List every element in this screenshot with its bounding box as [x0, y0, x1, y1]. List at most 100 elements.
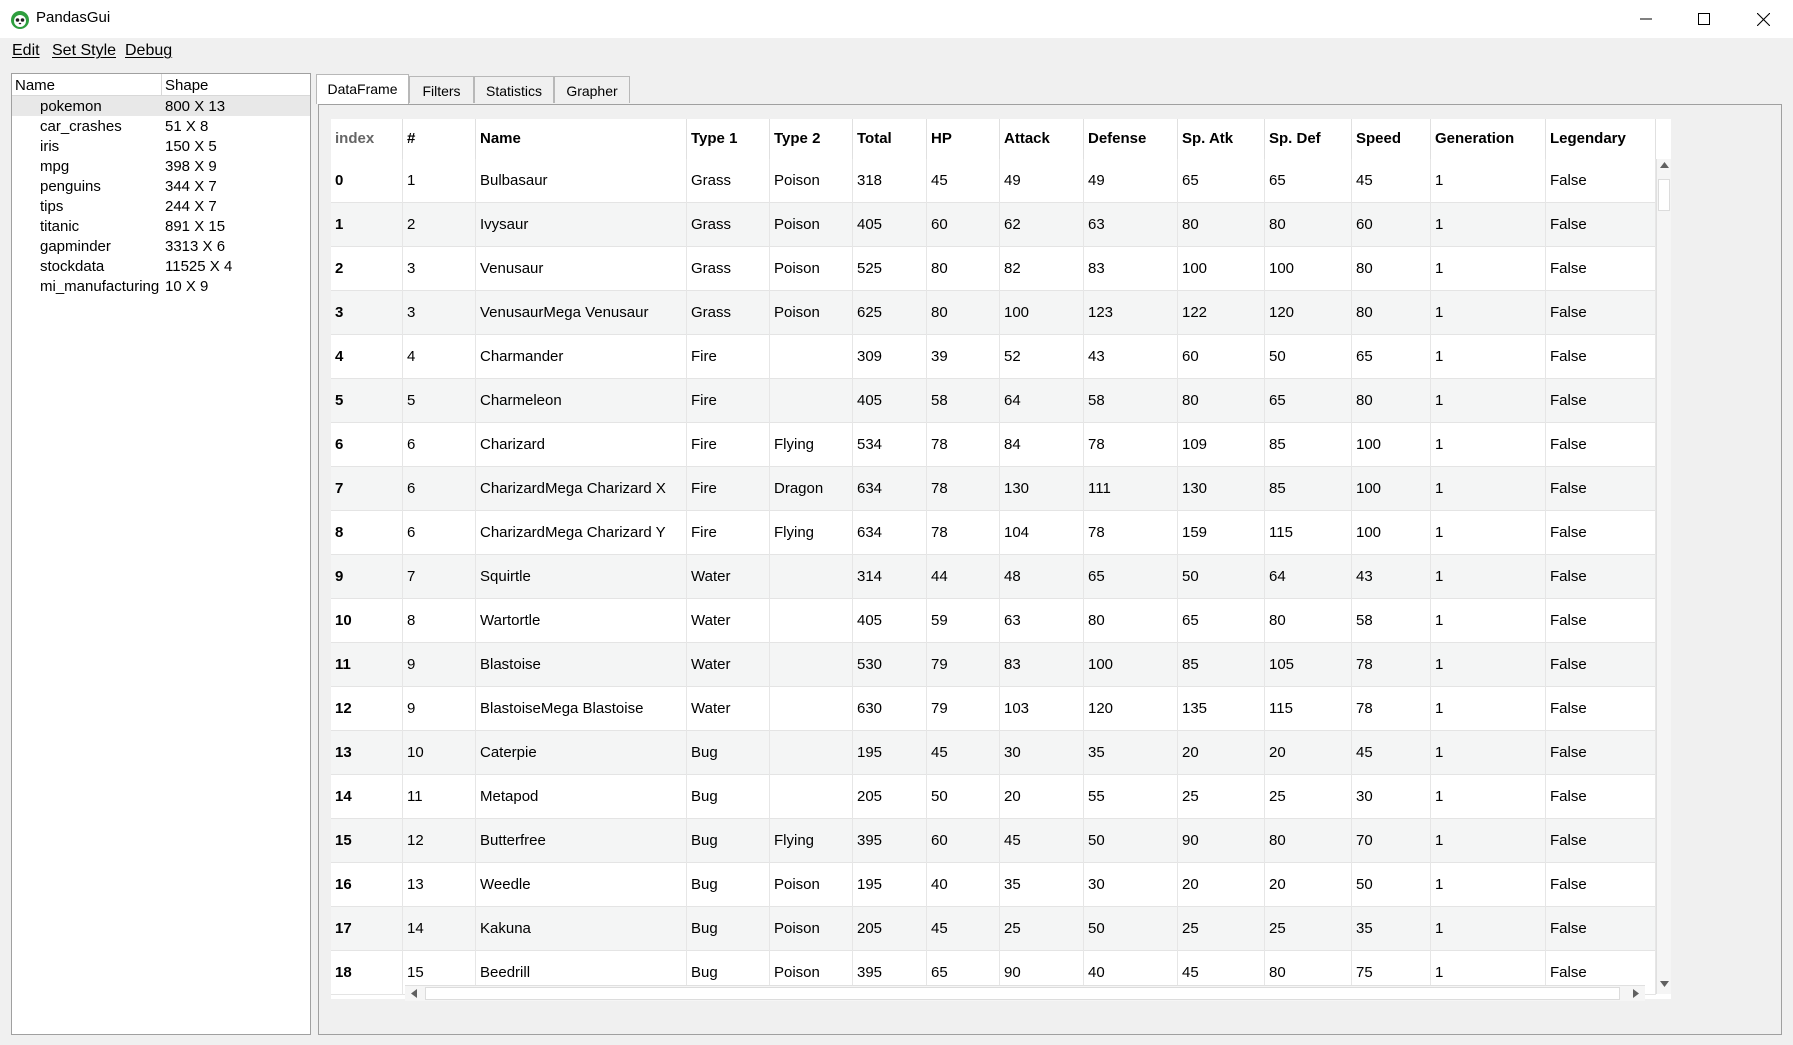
table-cell[interactable]: 82 [1000, 247, 1084, 291]
table-cell[interactable]: 1 [1431, 423, 1546, 467]
table-cell[interactable]: 80 [1265, 819, 1352, 863]
scroll-left-button[interactable] [407, 986, 421, 1002]
table-cell[interactable]: False [1546, 643, 1656, 687]
table-cell[interactable]: 395 [853, 819, 927, 863]
table-cell[interactable]: False [1546, 511, 1656, 555]
table-cell[interactable]: 625 [853, 291, 927, 335]
table-cell[interactable]: 30 [1352, 775, 1431, 819]
table-cell[interactable]: 45 [1000, 819, 1084, 863]
table-cell[interactable]: 1 [1431, 467, 1546, 511]
table-cell[interactable]: 6 [403, 423, 476, 467]
table-cell[interactable]: 45 [1352, 159, 1431, 203]
table-row[interactable]: 0 1 Bulbasaur Grass Poison 318 45 49 49 65 65 45 1 Fa… [331, 159, 1656, 203]
table-row[interactable]: 3 3 VenusaurMega Venusaur Grass Poison 625 80 1… [331, 291, 1656, 335]
table-cell[interactable]: 78 [927, 511, 1000, 555]
table-cell[interactable]: 80 [1084, 599, 1178, 643]
table-cell[interactable]: Wartortle [476, 599, 687, 643]
table-cell[interactable]: False [1546, 335, 1656, 379]
table-cell[interactable]: 318 [853, 159, 927, 203]
table-cell[interactable]: 1 [1431, 863, 1546, 907]
table-cell[interactable]: 1 [1431, 731, 1546, 775]
table-cell[interactable]: 63 [1000, 599, 1084, 643]
table-cell[interactable]: False [1546, 599, 1656, 643]
table-cell[interactable]: Weedle [476, 863, 687, 907]
table-cell[interactable]: 100 [1352, 467, 1431, 511]
table-cell[interactable]: 405 [853, 203, 927, 247]
table-cell[interactable]: 63 [1084, 203, 1178, 247]
table-cell[interactable] [770, 687, 853, 731]
maximize-button[interactable] [1675, 0, 1733, 38]
table-cell[interactable]: 84 [1000, 423, 1084, 467]
table-row[interactable]: 15 12 Butterfree Bug Flying 395 60 45 50 90 80 70 1 F… [331, 819, 1656, 863]
row-index-cell[interactable]: 11 [331, 643, 403, 687]
dataframe-item[interactable]: titanic 891 X 15 [12, 216, 310, 236]
row-index-cell[interactable]: 2 [331, 247, 403, 291]
table-cell[interactable]: False [1546, 731, 1656, 775]
navigator-header-shape[interactable]: Shape [165, 77, 208, 94]
table-cell[interactable]: False [1546, 775, 1656, 819]
table-cell[interactable]: 530 [853, 643, 927, 687]
table-cell[interactable]: 25 [1000, 907, 1084, 951]
table-cell[interactable]: 120 [1084, 687, 1178, 731]
horizontal-scroll-thumb[interactable] [425, 987, 1620, 1000]
table-cell[interactable]: 50 [1084, 907, 1178, 951]
table-cell[interactable]: Squirtle [476, 555, 687, 599]
table-row[interactable]: 2 3 Venusaur Grass Poison 525 80 82 83 100 100 80 1 F… [331, 247, 1656, 291]
navigator-header-name[interactable]: Name [15, 77, 55, 94]
table-cell[interactable]: 100 [1000, 291, 1084, 335]
table-cell[interactable]: 159 [1178, 511, 1265, 555]
table-cell[interactable]: Caterpie [476, 731, 687, 775]
table-cell[interactable]: 405 [853, 379, 927, 423]
table-cell[interactable]: 80 [1352, 291, 1431, 335]
table-cell[interactable]: 1 [1431, 379, 1546, 423]
menu-debug[interactable]: Debug [125, 42, 172, 60]
tab-grapher[interactable]: Grapher [554, 76, 630, 103]
tab-statistics[interactable]: Statistics [474, 76, 554, 103]
table-cell[interactable]: Poison [770, 291, 853, 335]
table-cell[interactable]: False [1546, 291, 1656, 335]
table-cell[interactable]: 9 [403, 687, 476, 731]
table-cell[interactable]: 58 [1084, 379, 1178, 423]
table-cell[interactable]: 1 [1431, 159, 1546, 203]
table-cell[interactable]: 9 [403, 643, 476, 687]
table-row[interactable]: 14 11 Metapod Bug 205 50 20 55 25 25 30 1 False [331, 775, 1656, 819]
table-cell[interactable]: 100 [1178, 247, 1265, 291]
table-cell[interactable]: 59 [927, 599, 1000, 643]
table-cell[interactable]: 20 [1265, 731, 1352, 775]
table-cell[interactable]: 80 [1265, 203, 1352, 247]
table-cell[interactable]: 1 [1431, 335, 1546, 379]
table-cell[interactable]: Bug [687, 907, 770, 951]
scroll-down-button[interactable] [1657, 978, 1671, 994]
table-cell[interactable]: 45 [927, 731, 1000, 775]
table-cell[interactable]: 25 [1178, 907, 1265, 951]
table-row[interactable]: 10 8 Wartortle Water 405 59 63 80 65 80 58 1 False [331, 599, 1656, 643]
vertical-scrollbar[interactable] [1656, 159, 1671, 994]
table-cell[interactable]: Ivysaur [476, 203, 687, 247]
table-cell[interactable]: Grass [687, 291, 770, 335]
row-index-cell[interactable]: 13 [331, 731, 403, 775]
table-row[interactable]: 9 7 Squirtle Water 314 44 48 65 50 64 43 1 False [331, 555, 1656, 599]
column-header[interactable]: Sp. Atk [1178, 119, 1265, 159]
table-cell[interactable]: 55 [1084, 775, 1178, 819]
table-cell[interactable] [770, 599, 853, 643]
table-cell[interactable]: 65 [1352, 335, 1431, 379]
dataframe-item[interactable]: gapminder 3313 X 6 [12, 236, 310, 256]
row-index-cell[interactable]: 0 [331, 159, 403, 203]
table-cell[interactable]: 49 [1000, 159, 1084, 203]
table-cell[interactable]: 634 [853, 467, 927, 511]
table-cell[interactable]: Butterfree [476, 819, 687, 863]
table-cell[interactable]: 20 [1178, 731, 1265, 775]
table-cell[interactable]: 85 [1178, 643, 1265, 687]
table-row[interactable]: 13 10 Caterpie Bug 195 45 30 35 20 20 45 1 False [331, 731, 1656, 775]
table-cell[interactable]: 65 [1178, 599, 1265, 643]
table-cell[interactable]: 30 [1084, 863, 1178, 907]
table-cell[interactable]: 120 [1265, 291, 1352, 335]
table-cell[interactable]: 43 [1084, 335, 1178, 379]
horizontal-scrollbar[interactable] [405, 985, 1645, 1001]
table-cell[interactable]: 1 [1431, 643, 1546, 687]
dataframe-item[interactable]: iris 150 X 5 [12, 136, 310, 156]
table-cell[interactable]: 60 [1352, 203, 1431, 247]
column-header[interactable]: index [331, 119, 403, 159]
table-cell[interactable]: 44 [927, 555, 1000, 599]
dataframe-item[interactable]: tips 244 X 7 [12, 196, 310, 216]
